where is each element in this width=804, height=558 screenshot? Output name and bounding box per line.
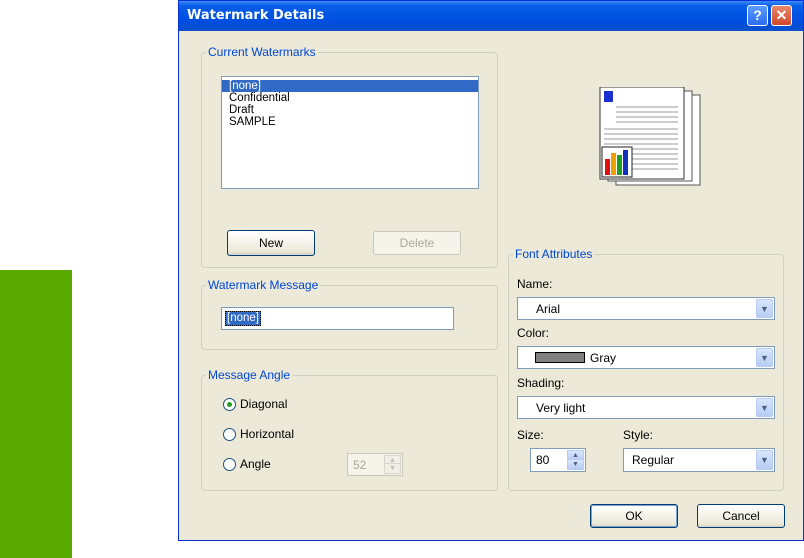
delete-button[interactable]: Delete — [373, 231, 461, 255]
radio-diagonal[interactable]: Diagonal — [223, 397, 287, 411]
list-item-draft[interactable]: Draft — [222, 104, 478, 116]
radio-circle — [223, 457, 236, 471]
preview-bar-orange — [611, 153, 616, 175]
dialog-title: Watermark Details — [187, 8, 325, 23]
radio-circle-checked — [223, 397, 236, 411]
radio-angle-label: Angle — [240, 457, 271, 471]
list-item-confidential[interactable]: Confidential — [222, 92, 478, 104]
shading-select[interactable]: Very light ▼ — [517, 396, 775, 419]
cancel-button[interactable]: Cancel — [697, 504, 785, 528]
size-label: Size: — [517, 428, 544, 442]
preview-bar-blue — [623, 150, 628, 175]
preview-bar-red — [605, 159, 610, 175]
font-style-value: Regular — [632, 453, 675, 467]
watermark-list[interactable]: [none] Confidential Draft SAMPLE — [221, 76, 479, 189]
list-item-sample[interactable]: SAMPLE — [222, 116, 478, 128]
help-button[interactable]: ? — [747, 5, 768, 26]
font-color-select[interactable]: Gray ▼ — [517, 346, 775, 369]
watermark-message-field[interactable]: [none] — [221, 307, 454, 330]
preview-logo-block — [604, 91, 613, 102]
spin-down-icon[interactable]: ▼ — [384, 463, 401, 474]
ok-button[interactable]: OK — [590, 504, 678, 528]
font-name-value: Arial — [536, 302, 561, 316]
name-label: Name: — [517, 277, 553, 291]
watermark-details-dialog: Watermark Details ? ✕ Current Watermarks… — [178, 0, 804, 541]
new-button[interactable]: New — [227, 230, 315, 256]
close-button[interactable]: ✕ — [771, 5, 792, 26]
watermark-message-legend: Watermark Message — [208, 278, 319, 292]
color-swatch — [535, 352, 585, 363]
style-label: Style: — [623, 428, 654, 442]
radio-circle — [223, 427, 236, 441]
shading-value: Very light — [536, 401, 586, 415]
font-color-value: Gray — [590, 351, 617, 365]
radio-angle[interactable]: Angle — [223, 457, 271, 471]
chevron-down-icon[interactable]: ▼ — [756, 299, 773, 318]
watermark-message-value: [none] — [225, 311, 261, 326]
chevron-down-icon[interactable]: ▼ — [756, 348, 773, 367]
spin-down-icon[interactable]: ▼ — [567, 459, 584, 470]
angle-value: 52 — [353, 458, 367, 472]
close-icon: ✕ — [775, 7, 788, 23]
chevron-down-icon[interactable]: ▼ — [756, 398, 773, 417]
font-attributes-legend: Font Attributes — [515, 247, 593, 261]
preview-bar-green — [617, 155, 622, 175]
font-size-value: 80 — [536, 453, 550, 467]
radio-horizontal[interactable]: Horizontal — [223, 427, 294, 441]
current-watermarks-legend: Current Watermarks — [208, 45, 316, 59]
chevron-down-icon[interactable]: ▼ — [756, 450, 773, 470]
page-preview-icon — [599, 87, 701, 186]
font-style-select[interactable]: Regular ▼ — [623, 448, 775, 472]
shading-label: Shading: — [517, 376, 565, 390]
radio-horizontal-label: Horizontal — [240, 427, 295, 441]
font-size-spinner[interactable]: 80 ▲ ▼ — [530, 448, 586, 472]
help-icon: ? — [753, 7, 762, 23]
message-angle-legend: Message Angle — [208, 368, 291, 382]
color-label: Color: — [517, 326, 550, 340]
background-green-bar — [0, 270, 72, 558]
radio-diagonal-label: Diagonal — [240, 397, 288, 411]
font-name-select[interactable]: Arial ▼ — [517, 297, 775, 320]
angle-spinner[interactable]: 52 ▲ ▼ — [347, 453, 403, 476]
list-item-none[interactable]: [none] — [222, 80, 478, 92]
title-bar[interactable]: Watermark Details ? ✕ — [179, 1, 803, 31]
